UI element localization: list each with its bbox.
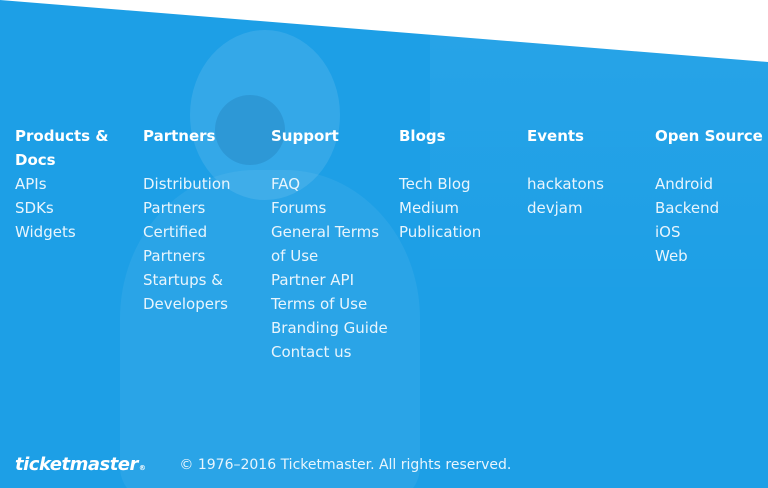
list-item: Android	[655, 172, 768, 196]
ticketmaster-logo[interactable]: ticketmaster®	[15, 452, 146, 478]
registered-mark: ®	[138, 464, 146, 472]
link-certified-partners[interactable]: Certified Partners	[143, 223, 207, 265]
list-item: FAQ	[271, 172, 389, 196]
link-list-blogs: Tech Blog Medium Publication	[399, 172, 517, 244]
link-android[interactable]: Android	[655, 175, 713, 193]
list-item: General Terms of Use	[271, 220, 389, 268]
link-apis[interactable]: APIs	[15, 175, 47, 193]
link-tech-blog[interactable]: Tech Blog	[399, 175, 471, 193]
list-item: Distribution Partners	[143, 172, 261, 220]
link-list-partners: Distribution Partners Certified Partners…	[143, 172, 261, 316]
list-item: SDKs	[15, 196, 133, 220]
logo-text: ticketmaster	[15, 454, 138, 475]
link-web[interactable]: Web	[655, 247, 688, 265]
copyright-text: © 1976–2016 Ticketmaster. All rights res…	[179, 457, 512, 473]
list-item: Certified Partners	[143, 220, 261, 268]
link-ios[interactable]: iOS	[655, 223, 681, 241]
footer-column-open-source: Open Source Android Backend iOS Web	[655, 124, 768, 268]
list-item: iOS	[655, 220, 768, 244]
link-medium-publication[interactable]: Medium Publication	[399, 199, 481, 241]
link-distribution-partners[interactable]: Distribution Partners	[143, 175, 231, 217]
column-title-partners: Partners	[143, 127, 216, 145]
list-item: hackatons	[527, 172, 645, 196]
column-title-products-docs: Products & Docs	[15, 127, 109, 169]
list-item: APIs	[15, 172, 133, 196]
list-item: Forums	[271, 196, 389, 220]
list-item: Web	[655, 244, 768, 268]
link-faq[interactable]: FAQ	[271, 175, 300, 193]
link-devjam[interactable]: devjam	[527, 199, 583, 217]
footer-column-support: Support FAQ Forums General Terms of Use …	[271, 124, 389, 364]
list-item: Branding Guide	[271, 316, 389, 340]
list-item: Startups & Developers	[143, 268, 261, 316]
link-sdks[interactable]: SDKs	[15, 199, 54, 217]
column-title-blogs: Blogs	[399, 127, 446, 145]
list-item: Tech Blog	[399, 172, 517, 196]
list-item: Partner API Terms of Use	[271, 268, 389, 316]
site-footer: Products & Docs APIs SDKs Widgets Partne…	[0, 0, 768, 488]
link-general-terms-of-use[interactable]: General Terms of Use	[271, 223, 379, 265]
footer-bottom-bar: ticketmaster® © 1976–2016 Ticketmaster. …	[15, 452, 511, 478]
list-item: Widgets	[15, 220, 133, 244]
list-item: Medium Publication	[399, 196, 517, 244]
link-list-events: hackatons devjam	[527, 172, 645, 220]
list-item: Contact us	[271, 340, 389, 364]
link-widgets[interactable]: Widgets	[15, 223, 76, 241]
column-title-support: Support	[271, 127, 339, 145]
footer-column-products-docs: Products & Docs APIs SDKs Widgets	[15, 124, 133, 244]
footer-column-events: Events hackatons devjam	[527, 124, 645, 220]
list-item: devjam	[527, 196, 645, 220]
link-list-open-source: Android Backend iOS Web	[655, 172, 768, 268]
footer-column-partners: Partners Distribution Partners Certified…	[143, 124, 261, 316]
link-branding-guide[interactable]: Branding Guide	[271, 319, 388, 337]
footer-column-blogs: Blogs Tech Blog Medium Publication	[399, 124, 517, 244]
link-startups-developers[interactable]: Startups & Developers	[143, 271, 228, 313]
column-title-events: Events	[527, 127, 584, 145]
link-forums[interactable]: Forums	[271, 199, 326, 217]
link-contact-us[interactable]: Contact us	[271, 343, 351, 361]
list-item: Backend	[655, 196, 768, 220]
link-list-products-docs: APIs SDKs Widgets	[15, 172, 133, 244]
column-title-open-source: Open Source	[655, 127, 763, 145]
link-list-support: FAQ Forums General Terms of Use Partner …	[271, 172, 389, 364]
link-backend[interactable]: Backend	[655, 199, 719, 217]
link-hackatons[interactable]: hackatons	[527, 175, 604, 193]
link-partner-api-terms-of-use[interactable]: Partner API Terms of Use	[271, 271, 367, 313]
